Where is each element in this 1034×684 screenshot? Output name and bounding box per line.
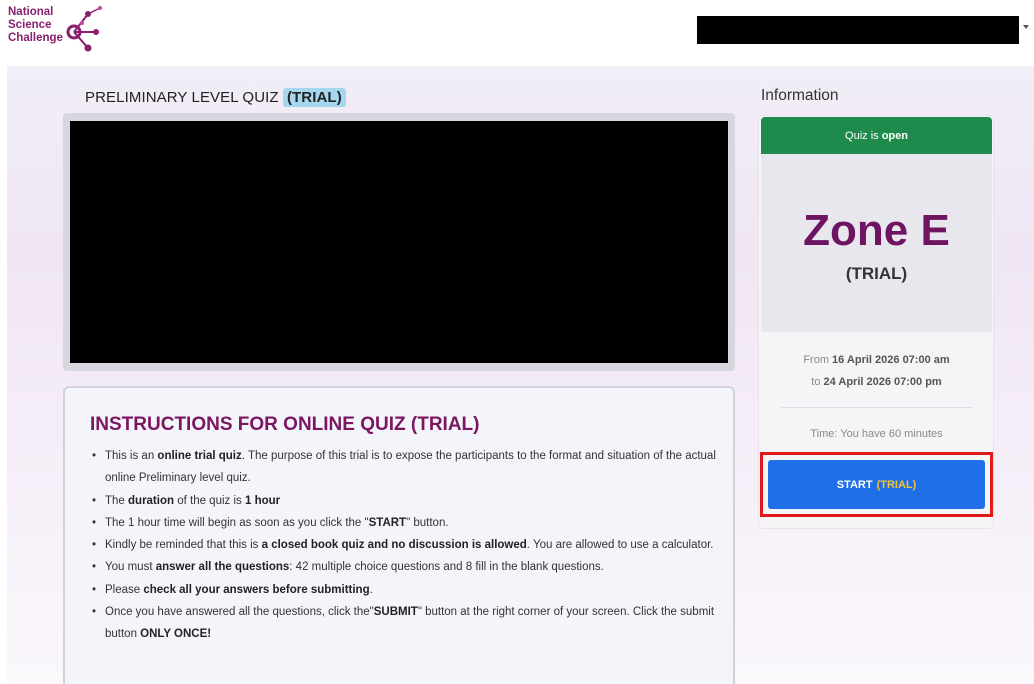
- instruction-text: . You are allowed to use a calculator.: [526, 539, 714, 552]
- instruction-text: " button.: [406, 516, 449, 529]
- molecule-icon: [66, 6, 102, 52]
- instruction-text: Kindly be reminded that this is: [105, 539, 262, 552]
- instruction-item: Please check all your answers before sub…: [92, 579, 722, 602]
- instruction-text: duration: [128, 494, 175, 507]
- instruction-item: You must answer all the questions: 42 mu…: [92, 556, 722, 579]
- quiz-status-badge: Quiz is open: [761, 117, 992, 154]
- instruction-item: The duration of the quiz is 1 hour: [92, 490, 722, 513]
- chevron-down-icon[interactable]: [1023, 25, 1029, 29]
- info-title: Information: [761, 87, 839, 104]
- instruction-text: START: [368, 516, 407, 529]
- instruction-text: The 1 hour time will begin as soon as yo…: [105, 516, 369, 529]
- logo-text: National Science Challenge: [8, 6, 63, 44]
- zone-subtitle: (TRIAL): [845, 264, 908, 283]
- instruction-text: : 42 multiple choice questions and 8 fil…: [289, 561, 604, 574]
- start-trial-button[interactable]: START (TRIAL): [768, 460, 985, 509]
- instruction-text: 1 hour: [244, 494, 281, 507]
- instruction-item: This is an online trial quiz. The purpos…: [92, 445, 722, 490]
- top-navbar: National Science Challenge: [0, 0, 1034, 66]
- zone-title: Zone E: [803, 206, 950, 255]
- video-player-redacted[interactable]: [70, 121, 728, 363]
- site-logo[interactable]: National Science Challenge: [8, 6, 138, 60]
- instruction-text: Once you have answered all the questions…: [105, 606, 374, 619]
- trial-badge: (TRIAL): [282, 88, 346, 107]
- instruction-text: ONLY ONCE!: [140, 628, 212, 641]
- instruction-text: check all your answers before submitting: [143, 583, 370, 596]
- instructions-list: This is an online trial quiz. The purpos…: [92, 445, 722, 646]
- instruction-text: Please: [105, 583, 144, 596]
- instruction-text: of the quiz is: [174, 494, 245, 507]
- to-date: to 24 April 2026 07:00 pm: [811, 376, 942, 388]
- instruction-item: Once you have answered all the questions…: [92, 601, 722, 646]
- instruction-text: The: [105, 494, 129, 507]
- page-title: PRELIMINARY LEVEL QUIZ (TRIAL): [85, 88, 346, 107]
- instructions-heading: INSTRUCTIONS FOR ONLINE QUIZ (TRIAL): [90, 414, 480, 435]
- instruction-text: You must: [105, 561, 156, 574]
- instruction-text: This is an: [105, 450, 158, 462]
- divider: [781, 407, 972, 408]
- instruction-text: online trial quiz: [157, 450, 242, 462]
- instruction-text: a closed book quiz and no discussion is …: [261, 539, 527, 552]
- instruction-text: SUBMIT: [373, 606, 418, 619]
- time-limit-text: Time: You have 60 minutes: [810, 428, 943, 440]
- instruction-item: Kindly be reminded that this is a closed…: [92, 534, 722, 557]
- from-date: From 16 April 2026 07:00 am: [803, 354, 950, 366]
- instruction-text: answer all the questions: [155, 561, 290, 574]
- instruction-text: .: [369, 583, 373, 596]
- instruction-item: The 1 hour time will begin as soon as yo…: [92, 512, 722, 535]
- user-name-redacted[interactable]: [697, 16, 1019, 44]
